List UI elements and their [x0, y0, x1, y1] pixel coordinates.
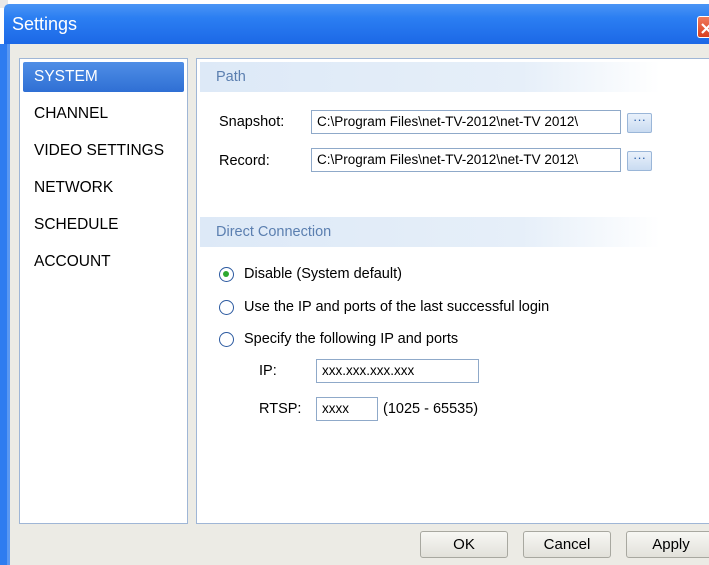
nav-item-account[interactable]: ACCOUNT: [23, 247, 184, 277]
record-path-field[interactable]: C:\Program Files\net-TV-2012\net-TV 2012…: [311, 148, 621, 172]
direct-connection-section-header: Direct Connection: [200, 217, 660, 247]
path-section-header: Path: [200, 62, 660, 92]
close-button[interactable]: [697, 16, 709, 38]
ok-button[interactable]: OK: [420, 531, 508, 558]
cancel-button[interactable]: Cancel: [523, 531, 611, 558]
nav-item-schedule[interactable]: SCHEDULE: [23, 210, 184, 240]
rtsp-port-input[interactable]: xxxx: [316, 397, 378, 421]
rtsp-label: RTSP:: [259, 401, 302, 417]
settings-nav: SYSTEM CHANNEL VIDEO SETTINGS NETWORK SC…: [19, 58, 188, 524]
radio-button[interactable]: [219, 300, 234, 315]
settings-window: Settings SYSTEM CHANNEL VIDEO SETTINGS N…: [0, 0, 709, 565]
nav-item-channel[interactable]: CHANNEL: [23, 99, 184, 129]
radio-specify-label: Specify the following IP and ports: [244, 331, 459, 347]
snapshot-label: Snapshot:: [219, 114, 285, 130]
ip-input[interactable]: xxx.xxx.xxx.xxx: [316, 359, 479, 383]
nav-item-network[interactable]: NETWORK: [23, 173, 184, 203]
window-content: SYSTEM CHANNEL VIDEO SETTINGS NETWORK SC…: [10, 44, 709, 565]
radio-button[interactable]: [219, 332, 234, 347]
apply-button[interactable]: Apply: [626, 531, 709, 558]
settings-main-panel: Path Snapshot: C:\Program Files\net-TV-2…: [196, 58, 709, 524]
close-icon: [701, 23, 709, 34]
snapshot-browse-button[interactable]: ···: [627, 113, 652, 133]
radio-disable-label: Disable (System default): [244, 266, 402, 282]
rtsp-range-hint: (1025 - 65535): [383, 401, 479, 417]
radio-last-login-label: Use the IP and ports of the last success…: [244, 299, 550, 315]
window-title: Settings: [12, 14, 78, 34]
ip-label: IP:: [259, 363, 277, 379]
radio-button-checked[interactable]: [219, 267, 234, 282]
snapshot-path-field[interactable]: C:\Program Files\net-TV-2012\net-TV 2012…: [311, 110, 621, 134]
nav-item-system[interactable]: SYSTEM: [23, 62, 184, 92]
record-browse-button[interactable]: ···: [627, 151, 652, 171]
nav-item-video-settings[interactable]: VIDEO SETTINGS: [23, 136, 184, 166]
record-label: Record:: [219, 153, 270, 169]
title-bar[interactable]: Settings: [4, 4, 709, 44]
